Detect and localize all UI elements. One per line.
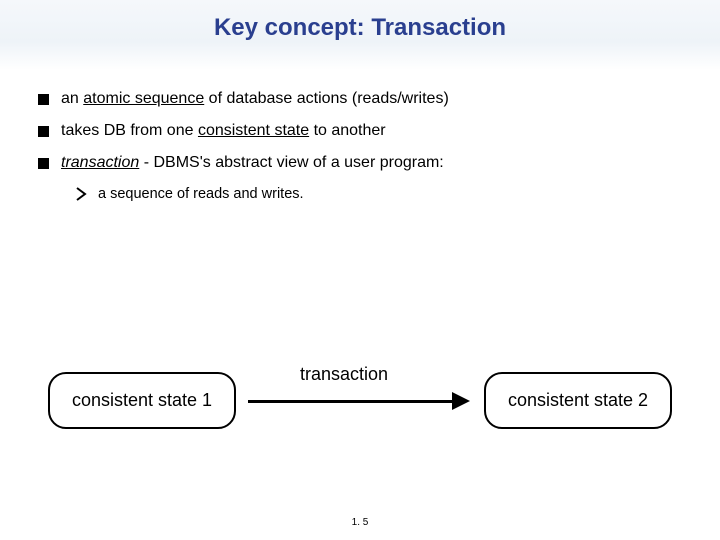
- bullet-text: takes DB from one consistent state to an…: [61, 122, 386, 140]
- arrow-label: transaction: [300, 364, 388, 385]
- text-span: an: [61, 90, 83, 107]
- state-diagram: transaction consistent state 1 consisten…: [0, 340, 720, 460]
- state-box-1: consistent state 1: [48, 372, 236, 429]
- underlined-text: consistent state: [198, 122, 309, 139]
- underlined-text: atomic sequence: [83, 90, 204, 107]
- chevron-right-icon: [76, 187, 88, 201]
- list-item: takes DB from one consistent state to an…: [38, 122, 690, 140]
- bullet-text: an atomic sequence of database actions (…: [61, 90, 449, 108]
- list-item: an atomic sequence of database actions (…: [38, 90, 690, 108]
- square-bullet-icon: [38, 158, 49, 169]
- square-bullet-icon: [38, 94, 49, 105]
- slide-number: 1. 5: [0, 517, 720, 528]
- text-span: takes DB from one: [61, 122, 198, 139]
- square-bullet-icon: [38, 126, 49, 137]
- list-item: transaction - DBMS's abstract view of a …: [38, 154, 690, 172]
- text-span: of database actions (reads/writes): [204, 90, 449, 107]
- text-span: to another: [309, 122, 386, 139]
- bullet-list: an atomic sequence of database actions (…: [38, 90, 690, 202]
- arrow-icon: [248, 394, 470, 414]
- sub-list-item: a sequence of reads and writes.: [76, 186, 690, 202]
- slide-title: Key concept: Transaction: [0, 14, 720, 42]
- state-box-2: consistent state 2: [484, 372, 672, 429]
- bullet-text: transaction - DBMS's abstract view of a …: [61, 154, 444, 172]
- italic-underlined-text: transaction: [61, 154, 139, 171]
- sub-bullet-text: a sequence of reads and writes.: [98, 186, 304, 202]
- text-span: - DBMS's abstract view of a user program…: [139, 154, 443, 171]
